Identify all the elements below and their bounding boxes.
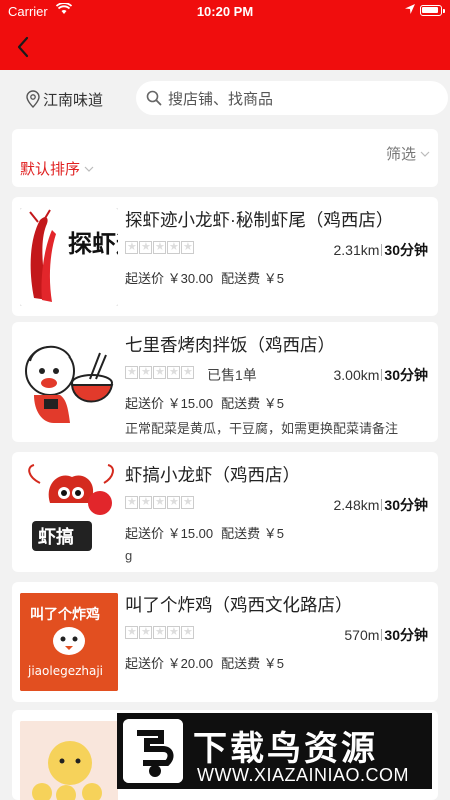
shop-card[interactable]: 探虾迹 探虾迹小龙虾·秘制虾尾（鸡西店） 2.31km30分钟 起送价 ￥30.… xyxy=(12,197,438,316)
distance-time: 570m 30分钟 xyxy=(344,625,428,645)
fee-info: 起送价 ￥15.00 配送费 ￥5 xyxy=(125,393,292,412)
star-icon xyxy=(125,365,138,379)
star-icon xyxy=(167,240,180,254)
shop-logo-text: 叫了个炸鸡 xyxy=(30,606,100,623)
shop-note: g xyxy=(125,548,133,563)
star-icon xyxy=(167,495,180,509)
status-bar: Carrier 10:20 PM xyxy=(0,0,450,22)
star-icon xyxy=(181,240,194,254)
fee-info: 起送价 ￥20.00 配送费 ￥5 xyxy=(125,653,292,672)
distance: 2.48km xyxy=(333,497,380,513)
fee-info: 起送价 ￥30.00 配送费 ￥5 xyxy=(125,268,292,287)
shop-name: 探虾迹小龙虾·秘制虾尾（鸡西店） xyxy=(125,210,394,230)
rating-stars xyxy=(125,240,195,254)
star-icon xyxy=(139,240,152,254)
star-icon xyxy=(167,625,180,639)
watermark-title: 下载鸟资源 xyxy=(193,730,378,768)
delivery-time: 30分钟 xyxy=(384,627,428,643)
star-icon xyxy=(153,495,166,509)
distance-time: 3.00km 30分钟 xyxy=(334,365,429,385)
shop-card[interactable]: 虾搞 虾搞小龙虾（鸡西店） 2.48km30分钟 起送价 ￥15.00 配送费 ￥… xyxy=(12,452,438,572)
min-order: 起送价 ￥15.00 xyxy=(125,396,214,411)
shop-logo: 虾搞 xyxy=(20,463,118,561)
star-icon xyxy=(181,625,194,639)
star-icon xyxy=(181,495,194,509)
battery-icon xyxy=(420,5,445,16)
clock-label: 10:20 PM xyxy=(196,4,254,19)
chevron-down-icon xyxy=(84,166,94,172)
distance: 2.31km xyxy=(333,242,380,258)
min-order: 起送价 ￥15.00 xyxy=(125,526,214,541)
shop-name: 虾搞小龙虾（鸡西店） xyxy=(125,465,300,485)
city-selector[interactable]: 江南味道 xyxy=(26,88,103,110)
shop-name: 叫了个炸鸡（鸡西文化路店） xyxy=(125,595,353,615)
shop-card[interactable]: 叫了个炸鸡 jiaolegezhaji 叫了个炸鸡（鸡西文化路店） 570m30… xyxy=(12,582,438,702)
distance-time: 2.48km 30分钟 xyxy=(334,495,429,515)
shop-name: 七里香烤肉拌饭（鸡西店） xyxy=(125,335,335,355)
location-pin-icon xyxy=(26,90,40,108)
star-icon xyxy=(153,240,166,254)
filter-button[interactable]: 筛选 xyxy=(386,143,430,164)
sold-count: 已售1单 xyxy=(207,367,257,383)
star-icon xyxy=(153,625,166,639)
shop-logo: 探虾迹 xyxy=(20,208,118,306)
search-input[interactable]: 搜店铺、找商品 xyxy=(136,81,448,115)
bird-logo-icon xyxy=(123,719,183,783)
star-icon xyxy=(139,625,152,639)
shop-logo-text: 探虾迹 xyxy=(68,230,118,258)
min-order: 起送价 ￥30.00 xyxy=(125,271,214,286)
sort-default-button[interactable]: 默认排序 xyxy=(20,158,94,179)
search-placeholder: 搜店铺、找商品 xyxy=(168,90,274,108)
shop-logo xyxy=(20,333,118,431)
delivery-time: 30分钟 xyxy=(384,497,428,513)
star-icon xyxy=(125,625,138,639)
chevron-left-icon xyxy=(17,36,29,58)
rating-stars xyxy=(125,365,195,379)
back-button[interactable] xyxy=(10,32,38,62)
watermark-banner: 下载鸟资源 WWW.XIAZAINIAO.COM xyxy=(117,713,432,789)
star-icon xyxy=(167,365,180,379)
shop-logo-subtext: jiaolegezhaji xyxy=(27,664,103,678)
distance: 3.00km xyxy=(333,367,380,383)
min-order: 起送价 ￥20.00 xyxy=(125,656,214,671)
star-icon xyxy=(125,240,138,254)
delivery-fee: 配送费 ￥5 xyxy=(221,396,284,411)
sort-default-label: 默认排序 xyxy=(20,161,81,178)
star-icon xyxy=(153,365,166,379)
shop-note: 正常配菜是黄瓜，干豆腐，如需更换配菜请备注 xyxy=(125,421,399,436)
shop-logo-text: 虾搞 xyxy=(38,526,74,548)
watermark-url: WWW.XIAZAINIAO.COM xyxy=(197,765,409,785)
sort-bar: 默认排序 筛选 xyxy=(12,129,438,187)
fee-info: 起送价 ￥15.00 配送费 ￥5 xyxy=(125,523,292,542)
delivery-time: 30分钟 xyxy=(384,367,428,383)
shop-logo: 叫了个炸鸡 jiaolegezhaji xyxy=(20,593,118,691)
star-icon xyxy=(139,365,152,379)
chevron-down-icon xyxy=(420,151,430,157)
city-label: 江南味道 xyxy=(43,91,104,109)
search-icon xyxy=(146,90,162,106)
delivery-fee: 配送费 ￥5 xyxy=(221,271,284,286)
delivery-fee: 配送费 ￥5 xyxy=(221,526,284,541)
shop-logo xyxy=(20,721,118,800)
shop-card[interactable]: 七里香烤肉拌饭（鸡西店） 已售1单 3.00km30分钟 起送价 ￥15.00 配… xyxy=(12,322,438,442)
filter-label: 筛选 xyxy=(385,146,416,163)
distance: 570m xyxy=(344,627,380,643)
rating-stars xyxy=(125,495,195,509)
distance-time: 2.31km 30分钟 xyxy=(334,240,429,260)
delivery-fee: 配送费 ￥5 xyxy=(221,656,284,671)
star-icon xyxy=(125,495,138,509)
rating-stars xyxy=(125,625,195,639)
star-icon xyxy=(181,365,194,379)
star-icon xyxy=(139,495,152,509)
location-arrow-icon xyxy=(404,3,416,18)
delivery-time: 30分钟 xyxy=(384,242,428,258)
